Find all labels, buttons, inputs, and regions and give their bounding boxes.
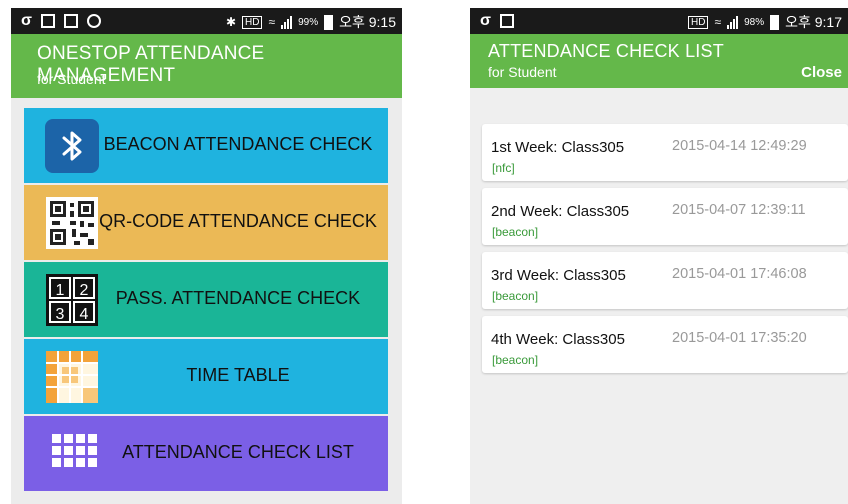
attendance-check-list-button[interactable]: ATTENDANCE CHECK LIST xyxy=(24,416,388,491)
record-date: 2015-04-01 17:46:08 xyxy=(672,266,807,282)
gallery-icon xyxy=(40,14,55,28)
menu-label: PASS. ATTENDANCE CHECK xyxy=(115,288,361,308)
battery-icon xyxy=(324,14,334,30)
record-date: 2015-04-01 17:35:20 xyxy=(672,330,807,346)
screenshot-icon xyxy=(63,14,78,28)
wifi-icon: ≈ xyxy=(268,15,276,29)
menu-label: BEACON ATTENDANCE CHECK xyxy=(103,134,373,154)
signal-icon xyxy=(727,15,739,29)
status-bar: σ ✱ HD ≈ 99% 오후 9:15 xyxy=(11,8,402,34)
menu-label: QR-CODE ATTENDANCE CHECK xyxy=(99,211,377,231)
carrier-icon: σ xyxy=(480,12,491,29)
app-bar: ONESTOP ATTENDANCE MANAGEMENT for Studen… xyxy=(11,34,402,98)
wifi-icon: ≈ xyxy=(714,15,722,29)
main-menu: BEACON ATTENDANCE CHECK QR-CODE ATTENDAN… xyxy=(24,108,388,493)
record-title: 4th Week: Class305 xyxy=(491,331,625,348)
status-bar: σ HD ≈ 98% 오후 9:17 xyxy=(470,8,848,34)
signal-icon xyxy=(281,15,293,29)
carrier-icon: σ xyxy=(21,12,32,29)
page-title: ATTENDANCE CHECK LIST xyxy=(488,41,724,61)
record-method-tag: [beacon] xyxy=(492,353,539,367)
app-subtitle: for Student xyxy=(37,71,106,87)
app-subtitle: for Student xyxy=(488,64,557,80)
hd-icon: HD xyxy=(688,15,709,29)
list-item[interactable]: 2nd Week: Class305 2015-04-07 12:39:11 [… xyxy=(482,188,848,245)
record-date: 2015-04-07 12:39:11 xyxy=(672,202,806,218)
record-method-tag: [beacon] xyxy=(492,225,539,239)
record-method-tag: [nfc] xyxy=(492,161,515,175)
pass-attendance-button[interactable]: 1 2 3 4 PASS. ATTENDANCE CHECK xyxy=(24,262,388,337)
battery-percent: 99% xyxy=(298,16,319,28)
battery-icon xyxy=(770,14,780,30)
bluetooth-status-icon: ✱ xyxy=(225,15,237,29)
close-button[interactable]: Close xyxy=(801,64,842,81)
list-item[interactable]: 3rd Week: Class305 2015-04-01 17:46:08 [… xyxy=(482,252,848,309)
clock: 오후 9:15 xyxy=(339,14,396,30)
qr-code-attendance-button[interactable]: QR-CODE ATTENDANCE CHECK xyxy=(24,185,388,260)
attendance-record-list: 1st Week: Class305 2015-04-14 12:49:29 [… xyxy=(482,124,848,380)
hd-icon: HD xyxy=(242,15,263,29)
main-menu-screen: σ ✱ HD ≈ 99% 오후 9:15 ONESTOP ATTENDANCE … xyxy=(11,8,402,504)
attendance-list-screen: σ HD ≈ 98% 오후 9:17 ATTENDANCE CHECK LIST… xyxy=(470,8,848,504)
menu-label: TIME TABLE xyxy=(186,365,290,385)
record-title: 2nd Week: Class305 xyxy=(491,203,630,220)
app-bar: ATTENDANCE CHECK LIST for Student Close xyxy=(470,34,848,88)
list-item[interactable]: 4th Week: Class305 2015-04-01 17:35:20 [… xyxy=(482,316,848,373)
record-title: 1st Week: Class305 xyxy=(491,139,625,156)
battery-percent: 98% xyxy=(744,16,765,28)
beacon-attendance-button[interactable]: BEACON ATTENDANCE CHECK xyxy=(24,108,388,183)
record-date: 2015-04-14 12:49:29 xyxy=(672,138,807,154)
screenshot-icon xyxy=(499,14,514,28)
clock: 오후 9:17 xyxy=(785,14,842,30)
notification-icon xyxy=(86,14,101,28)
time-table-button[interactable]: TIME TABLE xyxy=(24,339,388,414)
svg-text:1: 1 xyxy=(56,282,65,299)
menu-label: ATTENDANCE CHECK LIST xyxy=(122,442,354,462)
record-title: 3rd Week: Class305 xyxy=(491,267,626,284)
svg-text:3: 3 xyxy=(56,306,65,323)
list-item[interactable]: 1st Week: Class305 2015-04-14 12:49:29 [… xyxy=(482,124,848,181)
record-method-tag: [beacon] xyxy=(492,289,539,303)
